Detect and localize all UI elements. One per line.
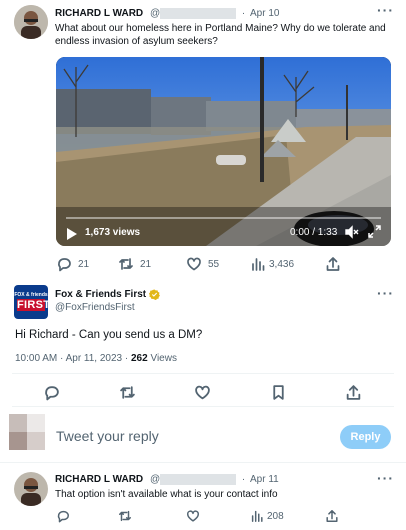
avatar-richard-ward[interactable] (14, 5, 48, 39)
share-icon[interactable] (325, 256, 341, 277)
reply-input[interactable]: Tweet your reply (56, 428, 159, 444)
reply-count: 21 (78, 258, 90, 270)
reply-icon[interactable] (56, 509, 70, 528)
view-count-number: 262 (131, 353, 148, 364)
retweet-icon[interactable] (119, 384, 136, 406)
retweet-icon (118, 256, 134, 272)
author-handle[interactable]: @FoxFriendsFirst (55, 302, 135, 313)
tweet-text: What about our homeless here in Portland… (55, 23, 386, 47)
reply-icon (56, 256, 72, 272)
heart-icon (186, 256, 202, 272)
tweet-date[interactable]: Apr 10 (250, 8, 279, 19)
share-icon[interactable] (345, 384, 362, 406)
heart-icon[interactable] (194, 384, 211, 406)
views-action[interactable]: 3,436 (250, 256, 294, 272)
divider (12, 406, 394, 407)
separator-dot: · (241, 474, 246, 486)
logo-top-text: FOX & friends (14, 292, 48, 298)
play-icon[interactable] (66, 227, 77, 245)
divider (0, 462, 406, 463)
divider (12, 373, 394, 374)
more-options-icon[interactable]: ··· (377, 285, 394, 301)
reply-action[interactable]: 21 (56, 256, 89, 272)
author-name[interactable]: RICHARD L WARD (55, 8, 143, 19)
tweet-date[interactable]: Apr 11 (250, 474, 279, 485)
fox-friends-logo[interactable]: FOX & friends FIRST (14, 285, 48, 319)
views-action[interactable]: 208 (250, 509, 284, 523)
redacted-handle (160, 474, 237, 485)
views-label: Views (147, 353, 177, 364)
retweet-icon[interactable] (118, 509, 132, 528)
author-handle[interactable]: @ (150, 8, 160, 19)
reply-text: Hi Richard - Can you send us a DM? (15, 329, 203, 341)
video-player[interactable]: 1,673 views 0:00 / 1:33 (56, 57, 391, 246)
like-count: 55 (208, 258, 220, 270)
video-time: 0:00 / 1:33 (290, 227, 338, 238)
like-action[interactable]: 55 (186, 256, 219, 272)
logo-main-text: FIRST (17, 299, 48, 311)
tweet-text: That option isn't available what is your… (55, 489, 278, 500)
tweet-timestamp[interactable]: 10:00 AM · Apr 11, 2023 · (15, 353, 131, 364)
avatar-richard-ward[interactable] (14, 472, 48, 506)
video-view-count: 1,673 views (85, 227, 141, 238)
bookmark-icon[interactable] (270, 384, 287, 406)
heart-icon[interactable] (186, 509, 200, 528)
view-count: 208 (267, 510, 284, 522)
share-icon[interactable] (325, 509, 339, 528)
author-handle[interactable]: @ (150, 474, 160, 485)
verified-gold-icon (149, 289, 161, 300)
analytics-icon (250, 256, 266, 272)
redacted-handle (160, 8, 237, 19)
retweet-count: 21 (140, 258, 152, 270)
current-user-avatar[interactable] (9, 414, 45, 450)
analytics-icon (250, 509, 264, 523)
video-progress-track[interactable] (66, 217, 381, 219)
fullscreen-icon[interactable] (368, 225, 381, 243)
separator-dot: · (241, 8, 246, 20)
reply-button[interactable]: Reply (340, 425, 391, 449)
author-name[interactable]: RICHARD L WARD (55, 474, 143, 485)
author-name[interactable]: Fox & Friends First (55, 289, 146, 300)
retweet-action[interactable]: 21 (118, 256, 151, 272)
view-count: 3,436 (269, 258, 295, 270)
more-options-icon[interactable]: ··· (377, 470, 394, 486)
reply-icon[interactable] (43, 384, 60, 406)
volume-muted-icon[interactable] (345, 225, 359, 244)
more-options-icon[interactable]: ··· (377, 2, 394, 18)
